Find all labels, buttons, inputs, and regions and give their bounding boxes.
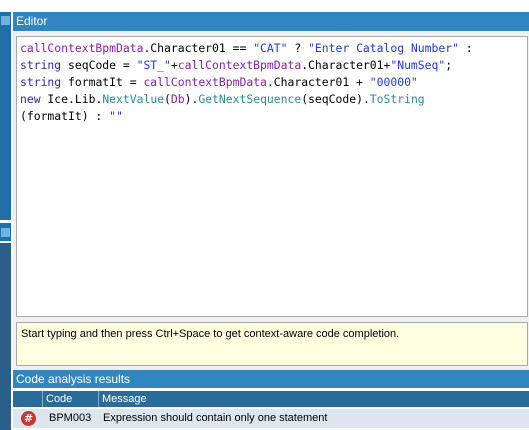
code-token: NextValue bbox=[102, 92, 165, 106]
code-token: .Character01+ bbox=[301, 58, 391, 72]
row-code: BPM003 bbox=[49, 412, 92, 424]
code-token: "Enter Catalog Number" bbox=[308, 41, 459, 55]
dock-tab-top[interactable] bbox=[0, 12, 11, 220]
code-token: callContextBpmData bbox=[143, 75, 267, 89]
code-token: Ice.Lib. bbox=[40, 92, 103, 106]
code-line: new Ice.Lib.NextValue(Db).GetNextSequenc… bbox=[20, 91, 524, 108]
code-token: "CAT" bbox=[253, 41, 288, 55]
code-token: string bbox=[20, 75, 62, 89]
column-header-icon[interactable] bbox=[13, 391, 43, 407]
code-line: string formatIt = callContextBpmData.Cha… bbox=[20, 74, 524, 91]
left-dock-strip bbox=[0, 0, 11, 430]
code-token: ? bbox=[287, 41, 309, 55]
editor-panel: Editor callContextBpmData.Character01 ==… bbox=[13, 12, 529, 430]
code-line: callContextBpmData.Character01 == "CAT" … bbox=[20, 40, 524, 57]
error-icon: # bbox=[21, 411, 36, 426]
code-token: ; bbox=[445, 58, 453, 72]
code-token: "ST_" bbox=[136, 58, 171, 72]
code-token: + bbox=[170, 58, 178, 72]
code-token: new bbox=[20, 92, 41, 106]
code-token: ). bbox=[184, 92, 199, 106]
code-token: .Character01 == bbox=[143, 41, 254, 55]
code-token: "NumSeq" bbox=[390, 58, 446, 72]
column-header-message[interactable]: Message bbox=[99, 391, 529, 407]
code-token: callContextBpmData bbox=[177, 58, 302, 72]
code-token: ToString bbox=[369, 92, 425, 106]
results-grid: Code Message # BPM003 Expression should … bbox=[13, 388, 529, 430]
editor-title: Editor bbox=[13, 12, 529, 31]
results-title: Code analysis results bbox=[13, 370, 529, 388]
code-token: GetNextSequence bbox=[198, 92, 302, 106]
code-token: seqCode = bbox=[61, 58, 137, 72]
dock-pin-icon[interactable] bbox=[1, 16, 10, 25]
row-icon-cell: # bbox=[13, 409, 43, 428]
code-token: formatIt = bbox=[61, 75, 144, 89]
code-token: string bbox=[20, 58, 62, 72]
code-token: callContextBpmData bbox=[20, 41, 144, 55]
code-token: ( bbox=[164, 92, 171, 106]
code-token: .Character01 + bbox=[266, 75, 370, 89]
results-grid-header: Code Message bbox=[13, 391, 529, 407]
code-token: (formatIt) : bbox=[20, 109, 110, 123]
code-line: (formatIt) : "" bbox=[20, 108, 524, 125]
dock-pin-icon[interactable] bbox=[1, 228, 10, 237]
column-header-code[interactable]: Code bbox=[43, 391, 99, 407]
code-editor[interactable]: callContextBpmData.Character01 == "CAT" … bbox=[16, 36, 528, 317]
row-message: Expression should contain only one state… bbox=[103, 412, 328, 424]
table-row[interactable]: # BPM003 Expression should contain only … bbox=[13, 409, 529, 428]
code-completion-hint: Start typing and then press Ctrl+Space t… bbox=[16, 322, 528, 366]
code-token: (seqCode). bbox=[301, 92, 370, 106]
code-token: "00000" bbox=[369, 75, 418, 89]
dock-tab-bottom bbox=[0, 243, 11, 430]
code-token: Db bbox=[170, 92, 185, 106]
code-token: "" bbox=[109, 109, 123, 123]
code-line: string seqCode = "ST_"+callContextBpmDat… bbox=[20, 57, 524, 74]
code-token: : bbox=[458, 41, 473, 55]
